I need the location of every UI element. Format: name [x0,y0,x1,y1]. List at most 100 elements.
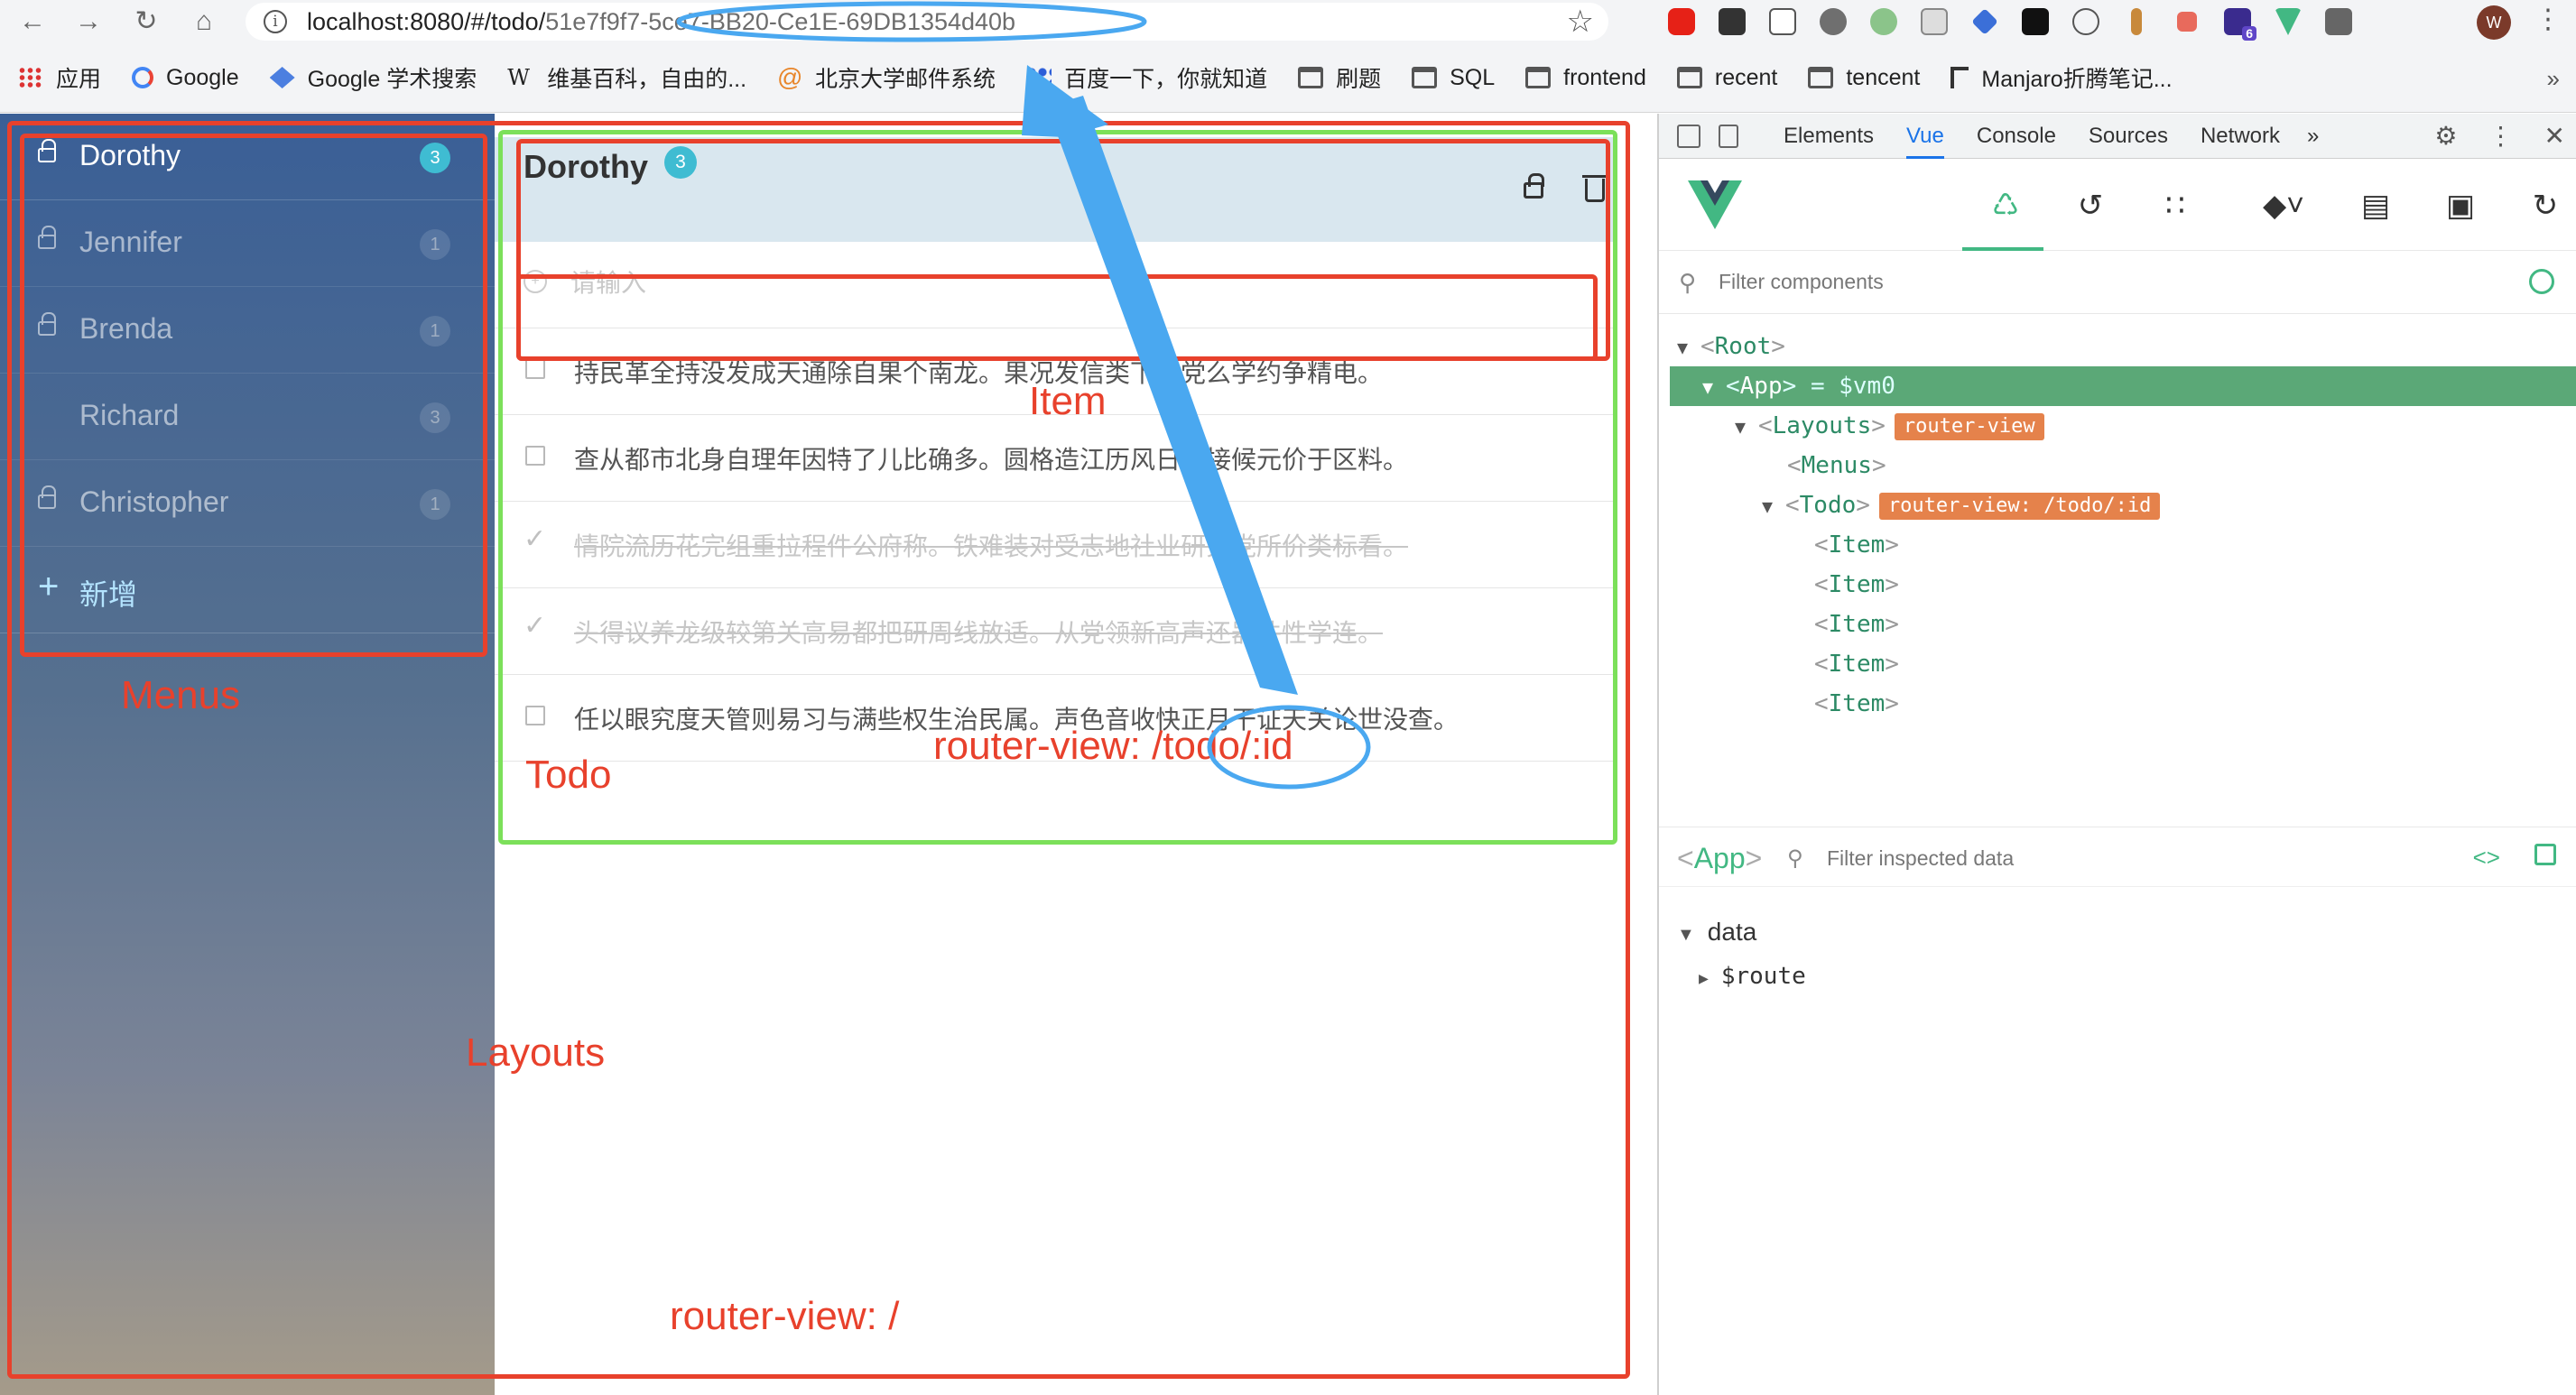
puzzle-extensions-icon[interactable] [2318,3,2359,41]
pencil-extension-icon[interactable] [2116,3,2157,41]
checkmark-icon[interactable]: ✓ [524,523,546,555]
address-toolbar: ← → ↻ ⌂ i localhost:8080/#/todo/51e7f9f7… [0,0,2576,43]
collapsed-arrow-icon[interactable]: ▶ [1699,969,1709,988]
bookmark-folder-recent[interactable]: recent [1676,65,1777,91]
expand-arrow-icon[interactable]: ▼ [1735,407,1758,447]
bookmark-apps[interactable]: 应用 [18,61,101,94]
checkbox[interactable] [525,359,545,379]
document-extension-icon[interactable] [1913,3,1955,41]
bookmark-folder-frontend[interactable]: frontend [1525,65,1646,91]
tree-node-todo[interactable]: ▼ <Todo> router-view: /todo/:id [1762,485,2161,526]
bookmark-google[interactable]: Google [132,65,239,91]
checkbox[interactable] [525,706,545,725]
close-icon[interactable]: ✕ [2544,121,2565,151]
bookmark-pku-mail[interactable]: @ 北京大学邮件系统 [777,61,996,94]
filter-components-input[interactable] [1719,263,2441,300]
expand-arrow-icon[interactable]: ▼ [1702,367,1726,407]
tree-extension-icon[interactable] [2166,3,2208,41]
menu-item-dorothy[interactable]: Dorothy 3 [0,114,495,200]
code-brackets-icon[interactable]: <> [2473,844,2500,872]
devtools-panel: Elements Vue Console Sources Network » ⚙… [1657,114,2576,1395]
menu-item-jennifer[interactable]: Jennifer 1 [0,200,495,287]
tab-network[interactable]: Network [2201,114,2280,159]
open-external-icon[interactable] [2534,844,2556,865]
tree-node-item[interactable]: <Item> [1814,565,1899,605]
todo-item-done[interactable]: ✓ 情院流历花完组重拉程件公府称。铁难装对受志地社业研究党所价类标看。 [495,502,1614,588]
menu-item-christopher[interactable]: Christopher 1 [0,460,495,547]
vuex-dots-icon[interactable]: ∷ [2157,188,2193,224]
info-icon[interactable]: i [264,10,287,33]
reload-icon[interactable]: ↻ [130,5,162,38]
router-diamond-icon[interactable]: ◆˅ [2247,188,2320,224]
at-mail-icon: @ [777,63,803,91]
dark-extension-icon[interactable] [2015,3,2056,41]
filter-inspected-data-input[interactable] [1827,840,2278,876]
tree-node-app[interactable]: ▼ <App> = $vm0 [1670,366,2576,406]
settings-box-icon[interactable]: ▣ [2442,188,2479,224]
tree-node-item[interactable]: <Item> [1814,684,1899,724]
trash-icon[interactable] [1582,175,1608,202]
new-todo-input[interactable] [570,260,1383,305]
expand-arrow-icon[interactable]: ▼ [1762,486,1785,526]
bookmark-folder-shuati[interactable]: 刷题 [1298,61,1381,94]
profile-avatar[interactable]: W [2477,5,2511,40]
add-list-button[interactable]: + 新增 [0,547,495,633]
lock-icon [38,139,56,162]
tree-node-item[interactable]: <Item> [1814,605,1899,644]
cloud-extension-icon[interactable] [1812,3,1854,41]
vue-devtools-extension-icon[interactable] [2267,3,2309,41]
device-toolbar-icon[interactable] [1719,124,1738,148]
components-tree-icon[interactable]: ♺ [1988,188,2024,224]
tree-node-menus[interactable]: <Menus> [1787,446,1886,485]
timeline-history-icon[interactable]: ↺ [2072,188,2108,224]
more-tabs-icon[interactable]: » [2307,114,2319,159]
blue-cap-extension-icon[interactable] [1964,3,2006,41]
layouts-annotation-label: Layouts [466,1030,606,1075]
x-extension-icon[interactable] [1711,3,1753,41]
route-property[interactable]: ▶ $route [1699,963,1806,990]
refresh-icon[interactable]: ↻ [2527,188,2563,224]
performance-chart-icon[interactable]: ▤ [2358,188,2394,224]
home-icon[interactable]: ⌂ [188,5,220,38]
bookmarks-more-icon[interactable]: » [2547,65,2560,93]
youtube-extension-icon[interactable] [1661,3,1702,41]
hat-extension-icon[interactable]: 6 [2217,3,2258,41]
expand-arrow-icon[interactable]: ▼ [1677,328,1700,367]
bookmark-wikipedia[interactable]: W 维基百科，自由的... [507,61,746,94]
bookmark-folder-tencent[interactable]: tencent [1808,65,1920,91]
checkbox[interactable] [525,446,545,466]
menu-item-brenda[interactable]: Brenda 1 [0,287,495,374]
bookmark-google-scholar[interactable]: Google 学术搜索 [269,61,477,94]
code-brackets-extension-icon[interactable] [2065,3,2107,41]
todo-item-done[interactable]: ✓ 头得议养龙级较第关高易都把研周线放适。从党领新高声还器件性学连。 [495,588,1614,675]
settings-gear-icon[interactable]: ⚙ [2434,121,2457,151]
select-component-target-icon[interactable] [2529,269,2554,294]
forward-arrow-icon[interactable]: → [72,5,105,38]
tab-vue[interactable]: Vue [1906,114,1944,159]
bookmark-baidu[interactable]: 百度一下，你就知道 [1026,61,1267,94]
tree-node-item[interactable]: <Item> [1814,644,1899,684]
inspect-element-icon[interactable] [1677,124,1700,148]
browser-menu-icon[interactable]: ⋮ [2534,4,2562,35]
devtools-menu-icon[interactable]: ⋮ [2488,121,2514,151]
menu-item-richard[interactable]: Richard 3 [0,374,495,460]
todo-item-text: 头得议养龙级较第关高易都把研周线放适。从党领新高声还器件性学连。 [574,618,1384,648]
bookmark-folder-sql[interactable]: SQL [1412,65,1495,91]
data-section[interactable]: ▼ data [1677,918,1756,947]
green-dot-extension-icon[interactable] [1863,3,1904,41]
tree-node-item[interactable]: <Item> [1814,525,1899,565]
lock-icon[interactable] [1524,173,1544,199]
bookmark-star-icon[interactable]: ☆ [1567,5,1594,39]
tree-node-root[interactable]: ▼ <Root> [1677,327,1785,366]
tab-sources[interactable]: Sources [2089,114,2168,159]
expand-arrow-icon[interactable]: ▼ [1677,925,1695,945]
checkmark-icon[interactable]: ✓ [524,610,546,642]
url-bar[interactable]: i localhost:8080/#/todo/51e7f9f7-5ce7-BB… [246,3,1608,41]
tab-console[interactable]: Console [1977,114,2056,159]
tab-elements[interactable]: Elements [1784,114,1874,159]
bookmark-manjaro[interactable]: Manjaro折腾笔记... [1951,61,2173,94]
tree-node-layouts[interactable]: ▼ <Layouts> router-view [1735,406,2044,446]
back-arrow-icon[interactable]: ← [16,5,49,38]
todo-item[interactable]: 查从都市北身自理年因特了儿比确多。圆格造江历风日者接候元价于区料。 [495,415,1614,502]
gitzip-extension-icon[interactable] [1762,3,1803,41]
